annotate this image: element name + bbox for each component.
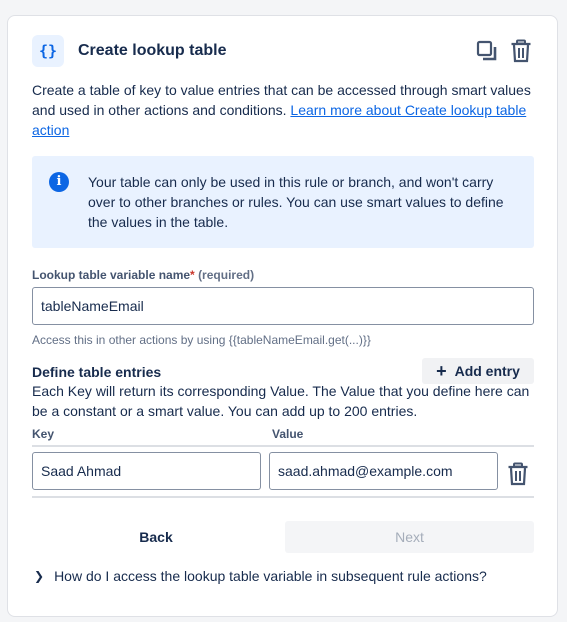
key-column-header: Key <box>32 427 55 441</box>
required-text: (required) <box>198 268 255 282</box>
trash-icon <box>508 462 528 486</box>
back-button[interactable]: Back <box>32 521 280 553</box>
info-icon: i <box>49 172 69 192</box>
variable-name-helper: Access this in other actions by using {{… <box>32 333 371 347</box>
variable-name-value: tableNameEmail <box>41 298 144 314</box>
trash-icon <box>511 39 531 63</box>
entry-key-input[interactable]: Saad Ahmad <box>32 452 261 490</box>
card-header: {} Create lookup table <box>32 34 533 68</box>
info-text: Your table can only be used in this rule… <box>88 174 504 230</box>
add-entry-label: Add entry <box>454 363 520 379</box>
faq-expander[interactable]: ❯ How do I access the lookup table varia… <box>34 568 487 584</box>
delete-button[interactable] <box>509 38 533 64</box>
curly-braces-icon: {} <box>32 35 64 67</box>
info-panel: i Your table can only be used in this ru… <box>32 156 534 248</box>
faq-text: How do I access the lookup table variabl… <box>54 568 487 584</box>
variable-name-input[interactable]: tableNameEmail <box>32 287 534 325</box>
entry-value-input[interactable]: saad.ahmad@example.com <box>269 452 498 490</box>
create-lookup-table-card: {} Create lookup table Create a table of… <box>7 15 558 617</box>
table-bottom-divider <box>32 496 534 498</box>
description: Create a table of key to value entries t… <box>32 80 537 140</box>
delete-entry-button[interactable] <box>506 461 530 487</box>
header-actions <box>475 38 533 64</box>
plus-icon: + <box>436 361 447 381</box>
table-entries-description: Each Key will return its corresponding V… <box>32 383 530 419</box>
entry-value-value: saad.ahmad@example.com <box>278 463 453 479</box>
copy-button[interactable] <box>475 38 499 64</box>
entry-key-value: Saad Ahmad <box>41 463 122 479</box>
chevron-right-icon: ❯ <box>34 569 45 583</box>
value-column-header: Value <box>272 427 304 441</box>
table-entries-title: Define table entries <box>32 364 162 380</box>
copy-icon <box>476 40 497 61</box>
card-title: Create lookup table <box>78 42 227 59</box>
variable-name-label: Lookup table variable name* (required) <box>32 268 255 282</box>
table-top-divider <box>32 445 534 447</box>
next-button[interactable]: Next <box>285 521 534 553</box>
required-star: * <box>190 268 195 282</box>
